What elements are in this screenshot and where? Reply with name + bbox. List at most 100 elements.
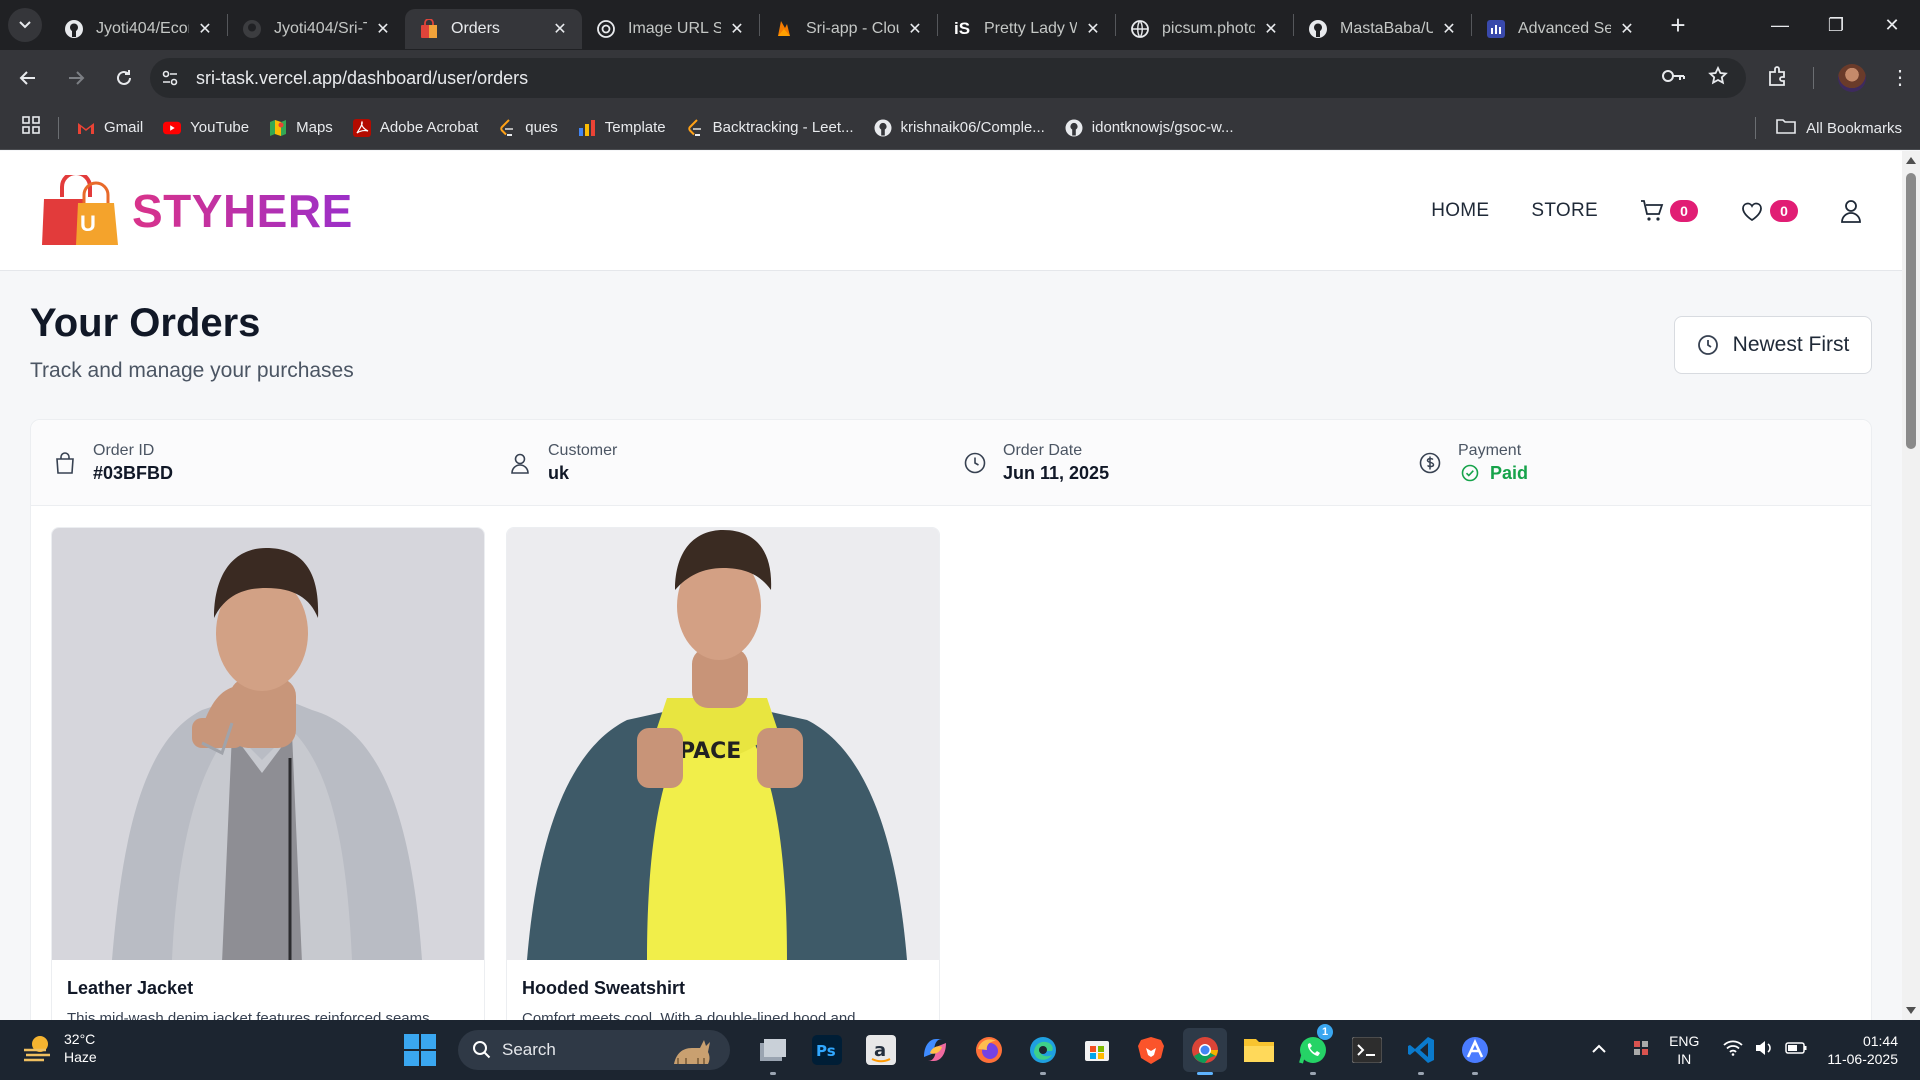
bookmark-template[interactable]: Template	[578, 119, 666, 137]
taskbar-copilot-icon[interactable]	[913, 1028, 957, 1072]
page-subtitle: Track and manage your purchases	[30, 359, 354, 382]
bookmark-star-icon[interactable]	[1708, 65, 1728, 91]
order-card: Order ID #03BFBD Customer uk Order Date …	[30, 419, 1872, 1020]
scroll-up-icon[interactable]	[1906, 157, 1916, 164]
wishlist-button[interactable]: 0	[1740, 200, 1798, 222]
language-indicator[interactable]: ENG IN	[1669, 1032, 1699, 1068]
site-logo[interactable]: U STYHERE	[42, 175, 353, 247]
account-button[interactable]	[1840, 199, 1862, 223]
taskbar-search[interactable]: Search	[458, 1030, 730, 1070]
sort-button[interactable]: Newest First	[1674, 316, 1872, 374]
browser-tab[interactable]: Jyoti404/Ecom ✕	[50, 9, 227, 49]
bookmark-ques[interactable]: ques	[498, 118, 558, 137]
browser-menu-icon[interactable]: ⋮	[1890, 68, 1910, 88]
weather-widget[interactable]: 32°C Haze	[22, 1030, 97, 1066]
product-card[interactable]: Leather Jacket This mid-wash denim jacke…	[51, 527, 485, 1020]
browser-tab-active[interactable]: Orders ✕	[405, 9, 582, 49]
all-bookmarks-button[interactable]: All Bookmarks	[1755, 106, 1902, 150]
taskbar-file-manager-icon[interactable]	[751, 1028, 795, 1075]
close-icon[interactable]: ✕	[1083, 19, 1103, 39]
close-icon[interactable]: ✕	[373, 19, 393, 39]
cat-search-highlight-icon	[674, 1040, 710, 1064]
main-nav: HOME STORE 0 0	[1389, 151, 1862, 271]
new-tab-button[interactable]: +	[1663, 10, 1693, 41]
volume-icon[interactable]	[1755, 1040, 1773, 1061]
cart-button[interactable]: 0	[1640, 199, 1698, 223]
site-info-icon[interactable]	[150, 69, 190, 87]
reload-button[interactable]	[104, 58, 144, 98]
browser-tab[interactable]: Image URL Sc ✕	[582, 9, 759, 49]
bookmark-maps[interactable]: Maps	[269, 119, 333, 137]
browser-tab[interactable]: Advanced Se ✕	[1472, 9, 1649, 49]
close-icon[interactable]: ✕	[195, 19, 215, 39]
back-button[interactable]	[8, 58, 48, 98]
svg-text:a: a	[874, 1040, 886, 1061]
browser-tab[interactable]: Jyoti404/Sri-T ✕	[228, 9, 405, 49]
close-icon[interactable]: ✕	[727, 19, 747, 39]
product-card[interactable]: PACE Hooded Sweatshirt Comfort meets coo…	[506, 527, 940, 1020]
payment-status-label: Paid	[1490, 462, 1529, 483]
tray-app-icon[interactable]	[1631, 1038, 1651, 1063]
site-header: U STYHERE HOME STORE 0 0	[0, 151, 1902, 271]
bookmark-gmail[interactable]: Gmail	[77, 119, 143, 137]
scrollbar-thumb[interactable]	[1906, 173, 1916, 449]
browser-tab[interactable]: picsum.photo ✕	[1116, 9, 1293, 49]
taskbar-terminal-icon[interactable]	[1345, 1028, 1389, 1072]
wifi-icon[interactable]	[1723, 1040, 1744, 1061]
minimize-icon[interactable]: —	[1752, 0, 1808, 50]
user-icon	[511, 453, 529, 474]
close-window-icon[interactable]: ✕	[1864, 0, 1920, 50]
taskbar-store-icon[interactable]	[1075, 1028, 1119, 1072]
taskbar-amazon-icon[interactable]: a	[859, 1028, 903, 1072]
browser-tab[interactable]: Sri-app - Clou ✕	[760, 9, 937, 49]
bookmark-adobe-acrobat[interactable]: Adobe Acrobat	[352, 118, 478, 137]
chevron-up-icon[interactable]	[1591, 1041, 1607, 1059]
taskbar-file-explorer-icon[interactable]	[1237, 1028, 1281, 1072]
extensions-icon[interactable]	[1767, 65, 1789, 92]
taskbar-whatsapp-icon[interactable]: 1	[1291, 1024, 1335, 1075]
restore-icon[interactable]: ❐	[1808, 0, 1864, 50]
taskbar-edge-icon[interactable]	[1021, 1028, 1065, 1075]
close-icon[interactable]: ✕	[1617, 19, 1637, 39]
taskbar-vscode-icon[interactable]	[1399, 1028, 1443, 1075]
bookmark-backtracking[interactable]: Backtracking - Leet...	[686, 118, 854, 137]
tab-title: Image URL Sc	[628, 20, 721, 37]
logo-letter: U	[80, 211, 96, 236]
close-icon[interactable]: ✕	[905, 19, 925, 39]
globe-icon	[596, 19, 616, 39]
firebase-icon	[774, 19, 794, 39]
profile-avatar[interactable]	[1838, 64, 1866, 92]
taskbar-photoshop-icon[interactable]: Ps	[805, 1028, 849, 1072]
order-date-field: Order Date Jun 11, 2025	[941, 442, 1396, 484]
close-icon[interactable]: ✕	[550, 19, 570, 39]
taskbar-app-icon[interactable]	[1453, 1028, 1497, 1075]
windows-start-icon[interactable]	[404, 1034, 436, 1066]
password-key-icon[interactable]	[1662, 69, 1686, 88]
address-bar[interactable]: sri-task.vercel.app/dashboard/user/order…	[150, 58, 1746, 98]
bookmarks-bar: Gmail YouTube Maps Adobe Acrobat ques Te…	[0, 106, 1920, 150]
taskbar-firefox-icon[interactable]	[967, 1028, 1011, 1072]
nav-store-link[interactable]: STORE	[1531, 200, 1598, 222]
browser-tab[interactable]: iS Pretty Lady W ✕	[938, 9, 1115, 49]
browser-tab[interactable]: MastaBaba/U ✕	[1294, 9, 1471, 49]
chart-icon	[578, 119, 596, 137]
close-icon[interactable]: ✕	[1261, 19, 1281, 39]
bookmark-idontknowjs[interactable]: idontknowjs/gsoc-w...	[1065, 119, 1234, 137]
bookmark-youtube[interactable]: YouTube	[163, 119, 249, 137]
window-controls: — ❐ ✕	[1752, 0, 1920, 50]
bookmark-krishnaik06[interactable]: krishnaik06/Comple...	[874, 119, 1045, 137]
payment-label: Payment	[1458, 441, 1522, 459]
taskbar-brave-icon[interactable]	[1129, 1028, 1173, 1072]
taskbar-chrome-icon[interactable]	[1183, 1028, 1227, 1075]
tab-search-button[interactable]	[8, 8, 42, 42]
whatsapp-notification-badge: 1	[1317, 1024, 1333, 1040]
forward-button[interactable]	[56, 58, 96, 98]
apps-grid-icon[interactable]	[22, 116, 40, 139]
battery-icon[interactable]	[1785, 1041, 1807, 1059]
scroll-down-icon[interactable]	[1906, 1007, 1916, 1014]
nav-home-link[interactable]: HOME	[1431, 200, 1489, 222]
system-clock[interactable]: 01:44 11-06-2025	[1827, 1032, 1898, 1068]
close-icon[interactable]: ✕	[1439, 19, 1459, 39]
page-scrollbar[interactable]	[1902, 151, 1920, 1020]
tab-title: Sri-app - Clou	[806, 20, 899, 37]
